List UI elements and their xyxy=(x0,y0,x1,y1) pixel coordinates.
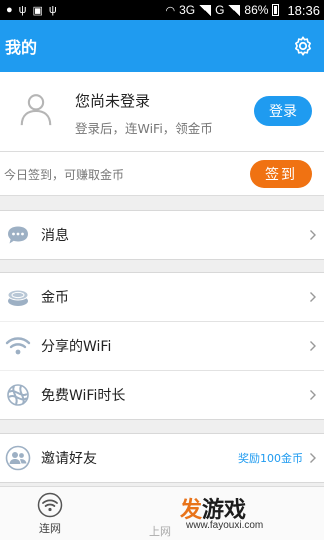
wifi-nav-icon xyxy=(37,492,63,518)
nav-online-label: 上网 xyxy=(149,525,171,538)
group-divider xyxy=(0,482,324,483)
usb-debug-icon: ψ xyxy=(48,4,57,16)
chevron-right-icon xyxy=(310,292,316,302)
watermark-url: www.fayouxi.com xyxy=(186,520,264,531)
checkin-bar: 今日签到，可赚取金币 签到 xyxy=(0,152,324,196)
network-type-1: 3G xyxy=(179,3,196,17)
wifi-status-icon: ◠ xyxy=(165,4,176,17)
shared-wifi-label: 分享的WiFi xyxy=(41,339,112,355)
usb-icon: ψ xyxy=(18,4,27,16)
app-notification-icon: ● xyxy=(6,4,13,16)
nav-tab-connect[interactable]: 连网 xyxy=(28,487,72,540)
chevron-right-icon xyxy=(310,390,316,400)
coins-icon xyxy=(7,289,29,306)
status-bar: ● ψ ▣ ψ ◠ 3G G 86% 18:36 xyxy=(0,0,324,20)
chevron-right-icon xyxy=(310,453,316,463)
chevron-right-icon xyxy=(310,230,316,240)
page-title: 我的 xyxy=(5,38,38,57)
chevron-right-icon xyxy=(310,341,316,351)
menu-item-invite-friends[interactable]: 邀请好友 奖励100金币 xyxy=(0,434,324,482)
login-status-title: 您尚未登录 xyxy=(75,92,151,110)
menu-item-messages[interactable]: 消息 xyxy=(0,211,324,259)
friends-icon xyxy=(5,445,31,471)
carrier-logo-icon xyxy=(7,384,29,406)
invite-reward-text: 奖励100金币 xyxy=(238,452,303,465)
app-header: 我的 xyxy=(0,20,324,72)
watermark: 发游戏 www.fayouxi.com xyxy=(180,492,290,534)
checkin-text: 今日签到，可赚取金币 xyxy=(4,168,125,182)
group-divider xyxy=(0,419,324,420)
clock: 18:36 xyxy=(287,2,320,18)
signal-icon xyxy=(199,4,212,16)
invite-friends-label: 邀请好友 xyxy=(41,451,97,467)
menu-item-coins[interactable]: 金币 xyxy=(0,273,324,321)
messages-label: 消息 xyxy=(41,228,69,244)
group-divider xyxy=(0,259,324,260)
user-avatar-icon xyxy=(20,94,52,126)
coins-label: 金币 xyxy=(41,290,69,306)
nav-tab-online[interactable]: 上网 xyxy=(140,487,180,540)
image-icon: ▣ xyxy=(32,4,43,17)
menu-item-shared-wifi[interactable]: 分享的WiFi xyxy=(0,322,324,370)
wifi-icon xyxy=(5,337,31,355)
chat-bubble-icon xyxy=(8,226,28,244)
menu-item-free-wifi-time[interactable]: 免费WiFi时长 xyxy=(0,371,324,419)
signal-2-icon xyxy=(228,4,241,16)
login-button[interactable]: 登录 xyxy=(254,96,312,126)
battery-percent: 86% xyxy=(244,3,269,17)
network-type-2: G xyxy=(215,3,225,17)
checkin-button[interactable]: 签到 xyxy=(250,160,312,188)
login-status-subtitle: 登录后，连WiFi，领金币 xyxy=(75,121,213,136)
gear-icon[interactable] xyxy=(292,35,314,57)
nav-connect-label: 连网 xyxy=(39,522,61,535)
free-wifi-time-label: 免费WiFi时长 xyxy=(41,388,126,404)
battery-icon xyxy=(272,4,280,16)
